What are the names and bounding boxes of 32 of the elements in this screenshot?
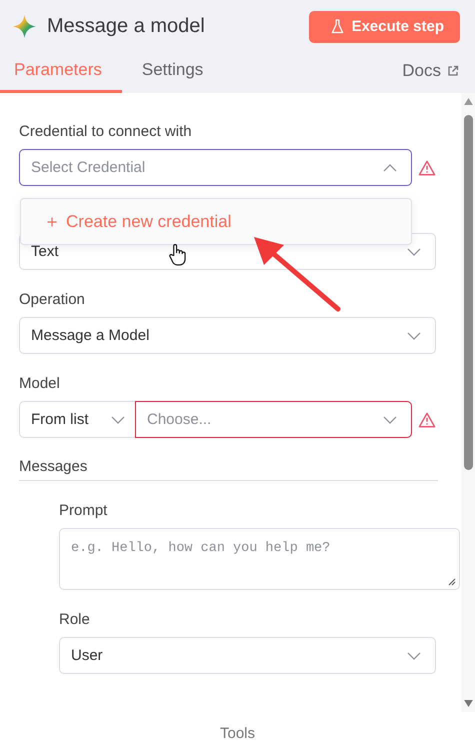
field-label: Credential to connect with — [19, 122, 193, 142]
select-field[interactable]: Message a Model — [19, 317, 436, 354]
field-label: Role — [59, 610, 91, 630]
tab[interactable]: Settings — [128, 60, 218, 93]
chevron-up-icon — [383, 164, 397, 172]
chevron-down-icon — [407, 652, 421, 660]
resize-handle-icon[interactable] — [448, 578, 456, 586]
chevron-down-icon — [407, 248, 421, 256]
chevron-down-icon — [383, 416, 397, 424]
select-field[interactable]: User — [59, 637, 436, 674]
execute-step-button[interactable]: Execute step — [309, 10, 460, 42]
text-area[interactable]: e.g. Hello, how can you help me? — [59, 528, 460, 590]
plus-icon — [47, 216, 57, 226]
tab[interactable]: Parameters — [0, 60, 122, 93]
external-link-icon — [447, 65, 459, 77]
scroll-up-icon[interactable] — [464, 98, 472, 105]
chevron-down-icon — [111, 416, 125, 424]
scroll-down-icon[interactable] — [464, 700, 472, 707]
section-heading: Messages — [19, 458, 438, 481]
create-credential-option[interactable]: Create new credential — [47, 212, 232, 232]
field-label: Model — [19, 374, 61, 394]
select-field[interactable]: Choose... — [135, 401, 412, 438]
field-label: Operation — [19, 290, 86, 310]
select-field[interactable]: Select Credential — [19, 149, 412, 186]
chevron-down-icon — [407, 332, 421, 340]
scrollbar[interactable] — [461, 93, 475, 712]
docs-link[interactable]: Docs — [402, 61, 459, 93]
node-title: Message a model — [47, 15, 206, 38]
flask-icon — [331, 19, 344, 34]
field-label: Prompt — [59, 501, 108, 521]
sparkle-icon — [13, 15, 36, 38]
tools-label[interactable]: Tools — [220, 725, 256, 742]
